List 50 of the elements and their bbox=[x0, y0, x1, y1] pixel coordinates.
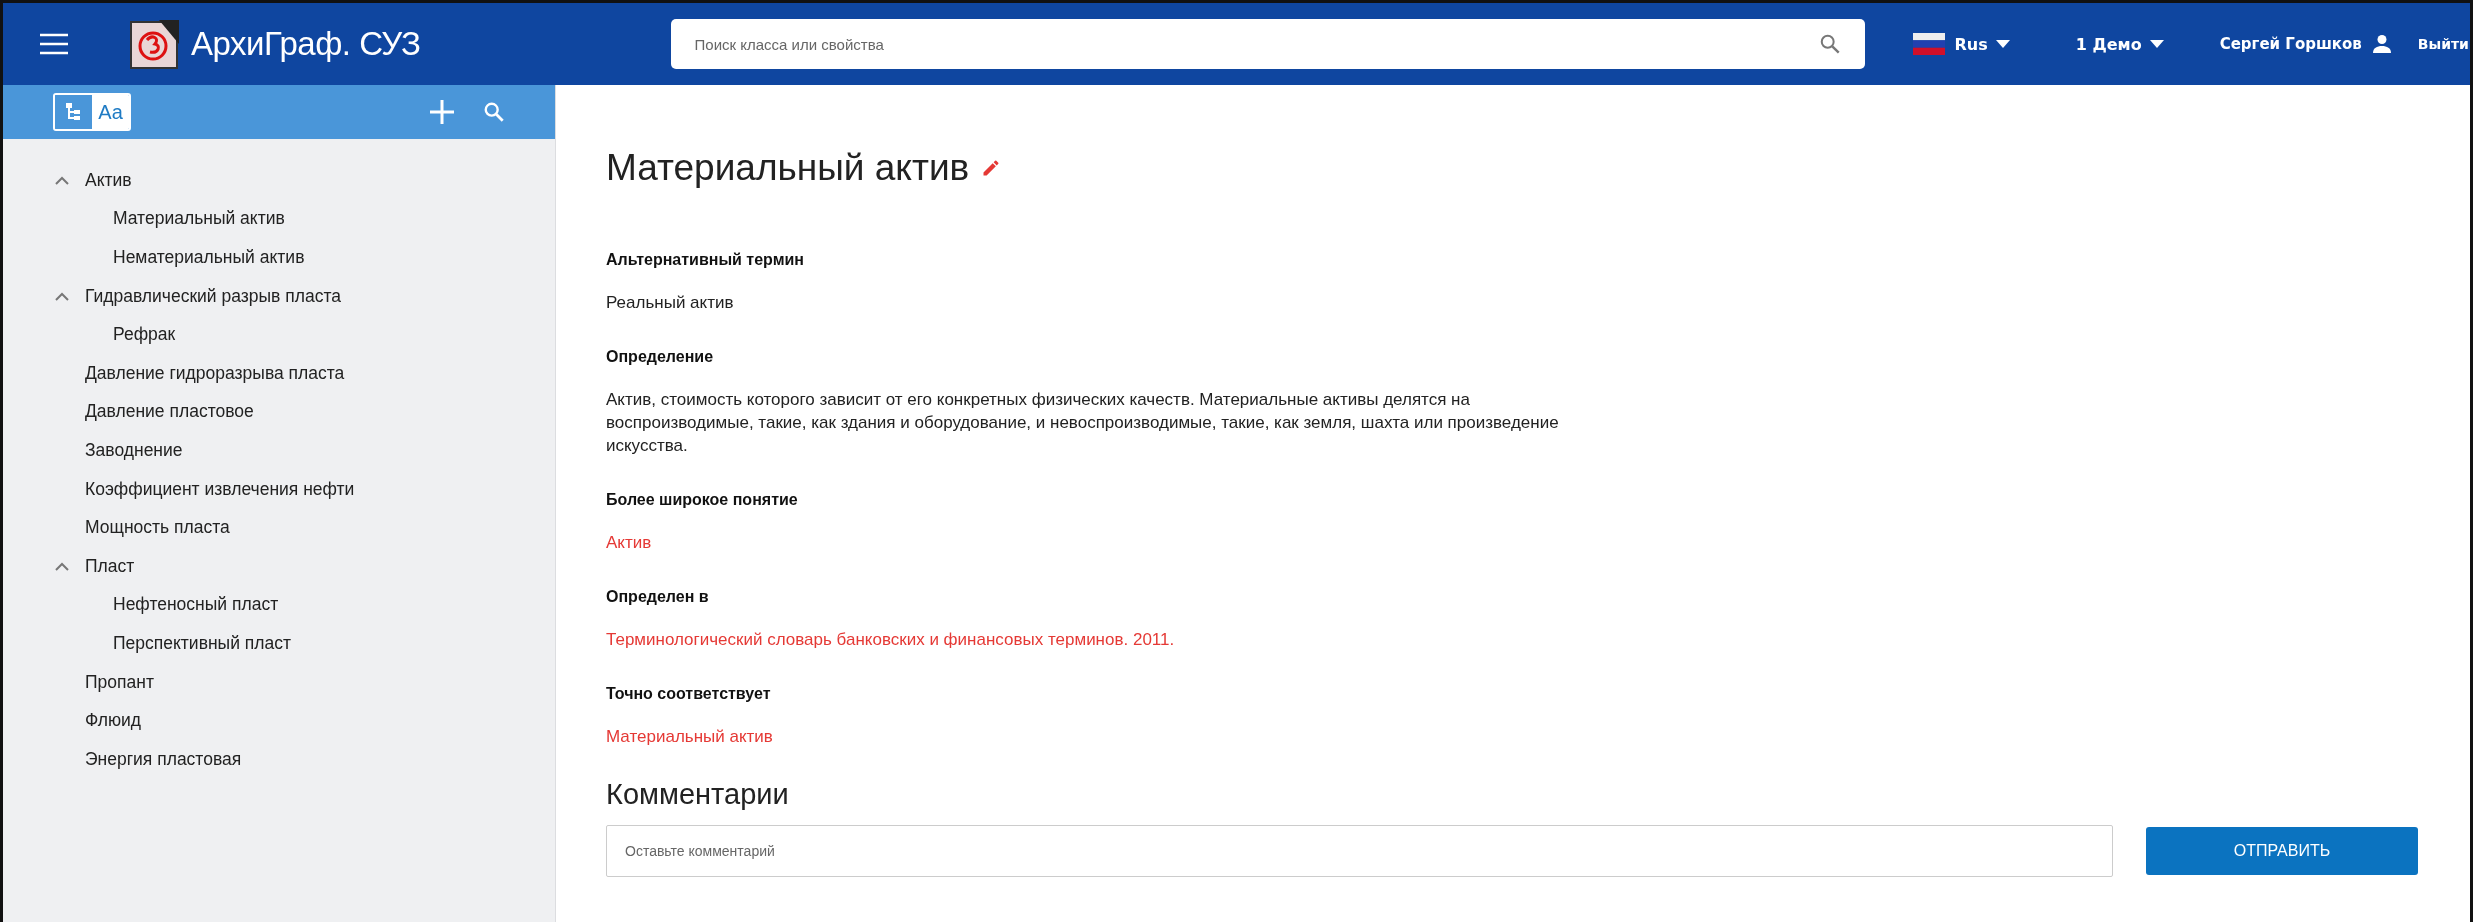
chevron-up-icon[interactable] bbox=[53, 290, 71, 303]
tree-item[interactable]: Пласт bbox=[85, 555, 135, 577]
property-label: Более широкое понятие bbox=[606, 490, 799, 510]
property-link[interactable]: Актив bbox=[606, 531, 652, 554]
search-field[interactable]: Поиск класса или свойства bbox=[670, 19, 1865, 69]
page-title: Материальный актив bbox=[606, 147, 970, 189]
tree-item[interactable]: Заводнение bbox=[85, 439, 183, 461]
language-dropdown[interactable]: Rus bbox=[1954, 34, 2010, 54]
add-button[interactable] bbox=[429, 99, 455, 125]
tree-item[interactable]: Давление гидроразрыва пласта bbox=[85, 362, 345, 384]
tree-item[interactable]: Рефрак bbox=[113, 324, 176, 346]
tree-item[interactable]: Гидравлический разрыв пласта bbox=[85, 285, 341, 307]
tree-item[interactable]: Нематериальный актив bbox=[113, 247, 305, 268]
property-link[interactable]: Терминологический словарь банковских и финансовых терминов. 2011. bbox=[606, 628, 1175, 651]
search-icon[interactable] bbox=[1818, 33, 1841, 55]
logo-icon bbox=[129, 18, 181, 70]
property-link[interactable]: Материальный актив bbox=[606, 725, 773, 748]
tree-item[interactable]: Нефтеносный пласт bbox=[113, 594, 279, 616]
tree-item[interactable]: Актив bbox=[85, 169, 132, 191]
property-label: Альтернативный термин bbox=[606, 250, 805, 270]
property-value: Реальный актив bbox=[606, 292, 735, 314]
property-label: Определение bbox=[606, 347, 715, 367]
tree-item[interactable]: Материальный актив bbox=[113, 208, 285, 230]
tree-item[interactable]: Мощность пласта bbox=[85, 517, 230, 539]
chevron-up-icon[interactable] bbox=[53, 560, 71, 573]
caret-icon bbox=[1995, 40, 2010, 48]
alphabet-view-button[interactable]: Аа bbox=[92, 95, 129, 129]
comments-heading: Комментарии bbox=[606, 778, 790, 811]
app-title: АрхиГраф. СУЗ bbox=[191, 25, 421, 63]
workspace-dropdown[interactable]: 1 Демо bbox=[2075, 34, 2164, 54]
caret-icon bbox=[2149, 40, 2164, 48]
menu-button[interactable] bbox=[39, 31, 69, 57]
tree-item[interactable]: Коэффициент извлечения нефти bbox=[85, 478, 355, 500]
search-button[interactable] bbox=[483, 101, 505, 123]
flag-icon bbox=[1912, 33, 1945, 55]
comment-field[interactable]: Оставьте комментарий bbox=[606, 825, 2113, 877]
tree-item[interactable]: Энергия пластовая bbox=[85, 748, 242, 770]
property-value: Актив, стоимость которого зависит от его конкретных физических качеств. Материальные активы делятся на воспроизводимые, такие, как здания и оборудование, и невоспроизводимые, такие, как земля, шахта или произведение искусства. bbox=[606, 389, 1560, 457]
tree-item[interactable]: Флюид bbox=[85, 710, 142, 732]
send-button[interactable]: ОТПРАВИТЬ bbox=[2146, 827, 2418, 875]
property-label: Определен в bbox=[606, 587, 710, 607]
tree-item[interactable]: Пропант bbox=[85, 671, 154, 693]
user-name[interactable]: Сергей Горшков bbox=[2219, 35, 2362, 53]
tree-item[interactable]: Давление пластовое bbox=[85, 401, 254, 423]
chevron-up-icon[interactable] bbox=[53, 174, 71, 187]
tree-icon bbox=[64, 102, 83, 122]
tree-item[interactable]: Перспективный пласт bbox=[113, 632, 291, 654]
user-icon bbox=[2371, 34, 2392, 54]
logout-link[interactable]: Выйти bbox=[2417, 36, 2469, 52]
property-label: Точно соответствует bbox=[606, 684, 772, 704]
